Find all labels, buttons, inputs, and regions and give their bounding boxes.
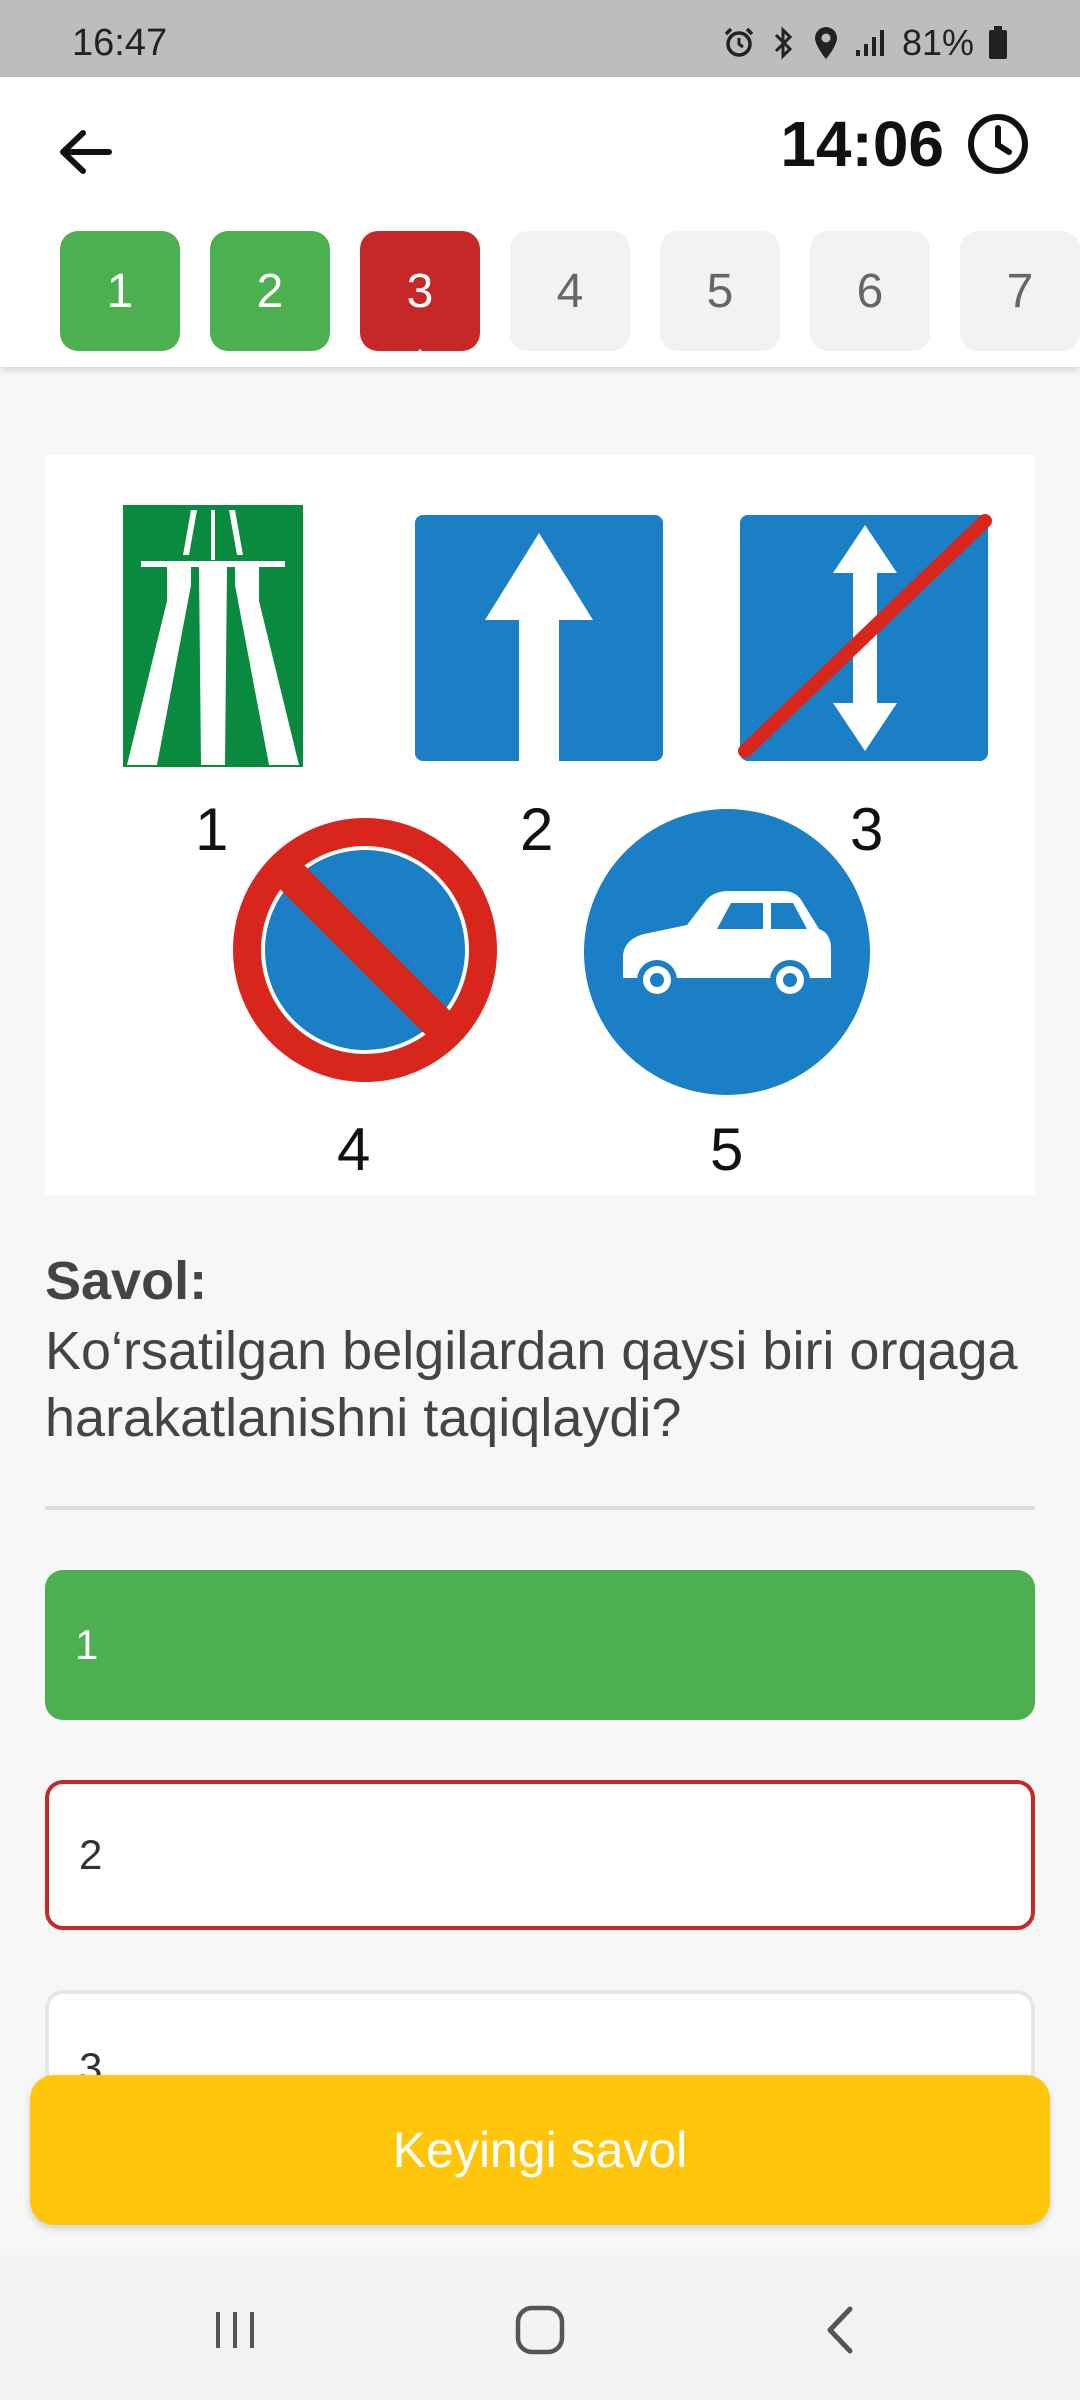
- bluetooth-icon: [770, 25, 798, 61]
- clock-icon: [968, 114, 1028, 174]
- timer-text: 14:06: [780, 108, 944, 180]
- alarm-icon: [722, 26, 756, 60]
- sign-label-1: 1: [195, 796, 229, 863]
- recent-apps-icon: [216, 2312, 254, 2348]
- location-icon: [812, 25, 840, 61]
- question-nav-item-6[interactable]: 6: [810, 231, 930, 351]
- question-nav-item-1[interactable]: 1: [60, 231, 180, 351]
- sign-label-2: 2: [520, 796, 554, 863]
- battery-icon: [988, 26, 1008, 60]
- divider: [45, 1506, 1035, 1510]
- battery-text: 81%: [901, 22, 974, 63]
- question-image: 1 2 3 4 5: [45, 455, 1035, 1195]
- back-nav-button[interactable]: [795, 2295, 885, 2365]
- question-nav-item-3[interactable]: 3: [360, 231, 480, 363]
- one-way-sign: [415, 515, 663, 761]
- question-nav: 1 2 3 4 5 6 7: [60, 231, 1080, 363]
- home-button[interactable]: [495, 2295, 585, 2365]
- answer-option-1[interactable]: 1: [45, 1570, 1035, 1720]
- cars-only-sign: [584, 809, 870, 1095]
- question-nav-item-5[interactable]: 5: [660, 231, 780, 351]
- app-header: 14:06 1 2 3 4 5 6 7: [0, 77, 1080, 367]
- no-parking-sign: [233, 818, 497, 1082]
- motorway-sign: [123, 505, 303, 767]
- status-bar: 16:47 81%: [0, 0, 1080, 77]
- back-nav-icon: [827, 2306, 853, 2354]
- status-icons: 81%: [722, 22, 1008, 64]
- question-nav-item-4[interactable]: 4: [510, 231, 630, 351]
- next-question-button[interactable]: Keyingi savol: [30, 2075, 1050, 2225]
- question-text: Ko‘rsatilgan belgilardan qaysi biri orqa…: [45, 1321, 1018, 1448]
- signal-icon: [854, 28, 888, 58]
- arrow-left-icon: [60, 130, 112, 174]
- sign-label-3: 3: [850, 796, 884, 863]
- sign-label-4: 4: [337, 1116, 371, 1183]
- question-nav-item-2[interactable]: 2: [210, 231, 330, 351]
- question-heading: Savol:: [45, 1251, 208, 1311]
- end-one-way-sign: [738, 514, 992, 761]
- status-time: 16:47: [72, 22, 168, 64]
- question-nav-item-7[interactable]: 7: [960, 231, 1080, 351]
- system-nav-bar: [0, 2255, 1080, 2400]
- sign-label-5: 5: [710, 1116, 744, 1183]
- back-button[interactable]: [50, 117, 120, 187]
- recent-apps-button[interactable]: [190, 2295, 280, 2365]
- answer-option-2[interactable]: 2: [45, 1780, 1035, 1930]
- home-icon: [515, 2305, 565, 2355]
- timer: 14:06: [780, 107, 1030, 181]
